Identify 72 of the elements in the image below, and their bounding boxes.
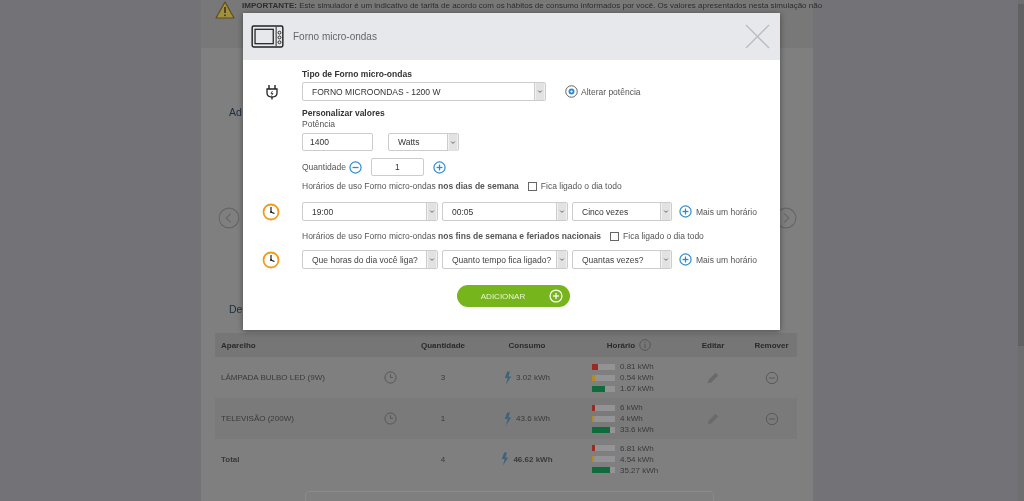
checkbox-label[interactable]: Fica ligado o dia todo — [540, 181, 622, 192]
dropdown[interactable]: Quanto tempo fica ligado? — [442, 250, 568, 269]
lightning-icon — [504, 411, 513, 426]
add-schedule-link[interactable]: Mais um horário — [696, 206, 757, 217]
column-header: Aparelho — [220, 340, 257, 350]
dialog-title: Forno micro-ondas — [293, 31, 377, 42]
column-header: Horário — [606, 340, 636, 350]
table-cell-text: TELEVISÃO (200W) — [220, 414, 295, 423]
column-header: Quantidade — [420, 340, 466, 350]
dropdown[interactable]: Quantas vezes? — [572, 250, 672, 269]
change-power-link[interactable]: Alterar potência — [581, 86, 641, 97]
section-heading: De — [228, 303, 243, 315]
minus-icon[interactable] — [348, 160, 362, 174]
microwave-icon — [251, 25, 284, 48]
lightning-icon — [504, 370, 513, 385]
section-heading: Ad — [228, 106, 242, 118]
caret-icon — [660, 203, 671, 220]
table-cell: 46.62 kWh — [513, 454, 553, 464]
section-label: Personalizar valores — [301, 108, 386, 119]
plus-icon[interactable] — [679, 205, 692, 218]
dropdown[interactable]: Watts — [388, 133, 459, 151]
caret-icon — [660, 251, 671, 268]
caret-icon — [534, 83, 545, 100]
table-cell-text: 4 — [439, 454, 447, 464]
field-label: Potência — [301, 119, 337, 130]
usage-reading: 1.67 kWh — [620, 384, 654, 393]
plus-icon — [549, 289, 563, 303]
table-cell-text: LÂMPADA BULBO LED (9W) — [220, 373, 326, 382]
notice-text: IMPORTANTE: Este simulador é um indicativo de tarifa de acordo com os hábitos de consumo informados por você. Os valores apresentados nesta simulação não — [242, 1, 823, 11]
dropdown[interactable]: 00:05 — [442, 202, 568, 221]
plus-icon[interactable] — [679, 253, 692, 266]
caret-icon — [556, 251, 567, 268]
dropdown[interactable]: Cinco vezes — [572, 202, 672, 221]
field-label: Quantidade — [302, 161, 346, 173]
add-schedule-link[interactable]: Mais um horário — [696, 254, 757, 265]
clock-icon — [262, 202, 280, 221]
usage-reading: 6.81 kWh — [620, 443, 654, 453]
usage-reading: 35.27 kWh — [620, 465, 659, 475]
checkbox[interactable] — [527, 182, 537, 191]
schedule-label: Horários de uso Forno micro-ondas nos fins de semana e feriados nacionais — [302, 231, 602, 242]
dropdown[interactable]: Que horas do dia você liga? — [302, 250, 438, 269]
checkbox-label[interactable]: Fica ligado o dia todo — [623, 231, 704, 242]
caret-icon — [426, 251, 437, 268]
lightning-icon — [501, 452, 510, 466]
dropdown[interactable]: FORNO MICROONDAS - 1200 W — [302, 82, 546, 101]
close-icon[interactable] — [745, 24, 770, 49]
table-cell: 3.02 kWh — [516, 373, 550, 382]
column-header: Remover — [753, 340, 790, 350]
clock-icon[interactable] — [383, 371, 397, 384]
caret-icon — [447, 133, 458, 151]
clock-icon[interactable] — [383, 412, 397, 425]
warning-icon — [215, 1, 235, 19]
field-label: Tipo de Forno micro-ondas — [301, 69, 413, 80]
info-icon[interactable] — [639, 339, 652, 351]
column-header: Consumo — [507, 340, 547, 350]
clock-icon — [262, 250, 280, 269]
chevron-left-icon[interactable] — [218, 207, 240, 229]
gear-icon[interactable] — [565, 85, 578, 98]
input-field[interactable]: 1400 — [302, 133, 373, 151]
table-cell-text: Total — [220, 454, 241, 464]
schedule-label: Horários de uso Forno micro-ondas nos dias de semana — [302, 181, 519, 192]
usage-reading: 0.81 kWh — [620, 362, 654, 371]
caret-icon — [556, 203, 567, 220]
dropdown[interactable]: 19:00 — [302, 202, 438, 221]
caret-icon — [426, 203, 437, 220]
remove-icon[interactable] — [764, 411, 779, 426]
quantity-field[interactable]: 1 — [370, 158, 424, 176]
plug-icon — [264, 83, 279, 100]
plus-icon[interactable] — [432, 160, 446, 174]
checkbox[interactable] — [610, 232, 620, 241]
remove-icon[interactable] — [764, 370, 779, 385]
column-header: Editar — [700, 340, 726, 350]
